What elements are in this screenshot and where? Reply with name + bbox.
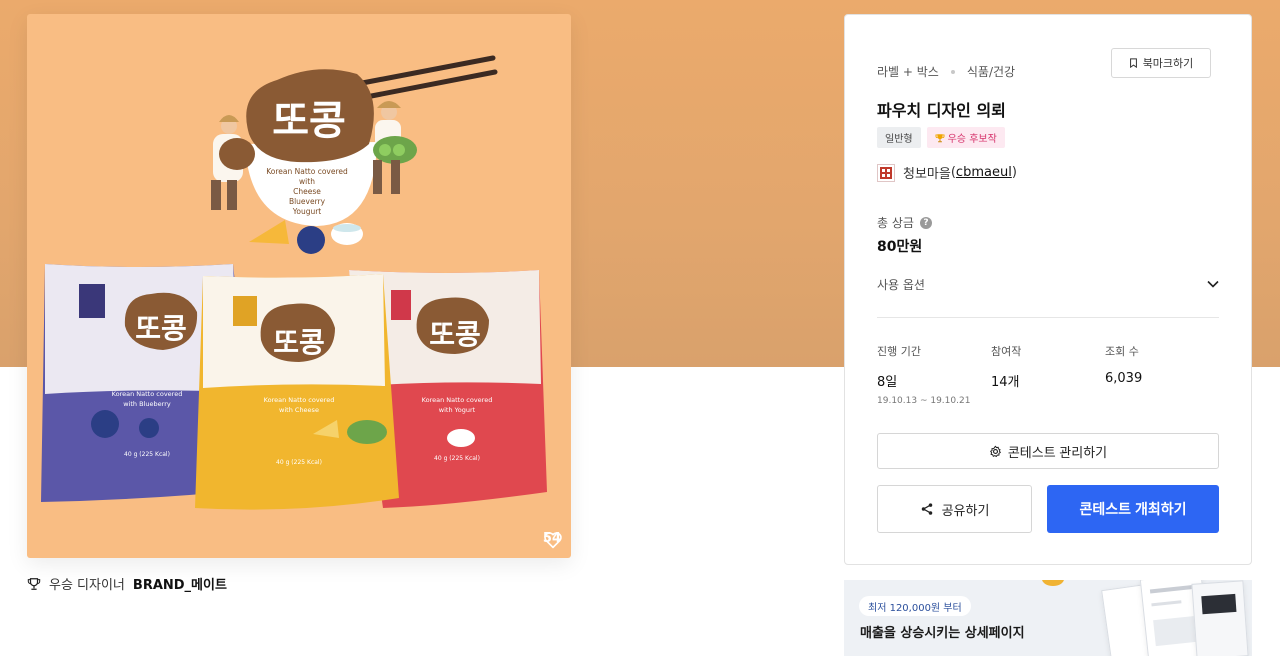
svg-text:with Yogurt: with Yogurt	[439, 406, 476, 414]
category-main[interactable]: 라벨 + 박스	[877, 63, 939, 80]
owner-logo	[877, 163, 895, 182]
svg-text:Korean Natto covered: Korean Natto covered	[264, 396, 335, 404]
design-illustration: 또콩 Korean Natto covered with Cheese Blue…	[41, 55, 547, 510]
svg-text:또콩: 또콩	[135, 312, 187, 345]
svg-text:with Cheese: with Cheese	[279, 406, 319, 414]
contest-stats: 진행 기간 8일 19.10.13 ~ 19.10.21 참여작 14개 조회 …	[877, 343, 1219, 406]
divider	[877, 317, 1219, 318]
ad-title: 매출을 상승시키는 상세페이지	[860, 626, 1025, 641]
host-contest-button[interactable]: 콘테스트 개최하기	[1047, 485, 1219, 533]
trophy-icon	[27, 577, 41, 590]
ad-coin-decoration	[1042, 580, 1064, 586]
options-dropdown[interactable]: 사용 옵션	[877, 270, 1219, 298]
designer-prefix: 우승 디자이너	[49, 578, 125, 593]
svg-text:Blueverry: Blueverry	[289, 197, 326, 206]
pack-cheese: 또콩 Korean Natto covered with Cheese 40 g…	[195, 274, 399, 510]
main-design-image[interactable]: 또콩 Korean Natto covered with Cheese Blue…	[27, 14, 571, 558]
svg-text:Korean Natto covered: Korean Natto covered	[112, 390, 183, 398]
owner-name: 청보마을	[903, 167, 951, 182]
owner-seal-icon	[880, 166, 892, 179]
contest-tags: 일반형 우승 후보작	[877, 127, 1005, 148]
category-breadcrumb: 라벨 + 박스 식품/건강	[877, 63, 1015, 80]
stat-period-range: 19.10.13 ~ 19.10.21	[877, 396, 971, 406]
contest-info-card: 라벨 + 박스 식품/건강 북마크하기 파우치 디자인 의뢰 일반형 우승 후보…	[844, 14, 1252, 565]
stat-views-value: 6,039	[1105, 371, 1143, 386]
svg-text:Korean Natto covered: Korean Natto covered	[422, 396, 493, 404]
help-icon[interactable]: ?	[919, 216, 932, 229]
bookmark-button[interactable]: 북마크하기	[1111, 48, 1211, 78]
prize-label-row: 총 상금 ?	[877, 214, 932, 231]
designer-name[interactable]: BRAND_메이트	[133, 574, 227, 593]
ad-banner[interactable]: 최저 120,000원 부터 매출을 상승시키는 상세페이지	[844, 580, 1252, 656]
manage-contest-button[interactable]: 콘테스트 관리하기	[877, 433, 1219, 469]
manage-contest-label: 콘테스트 관리하기	[1007, 444, 1108, 460]
svg-text:with: with	[299, 177, 315, 186]
contest-owner: 청보마을 (cbmaeul)	[877, 163, 1017, 182]
svg-text:Korean Natto covered: Korean Natto covered	[266, 167, 348, 176]
right-farmer-figure	[373, 101, 417, 194]
like-button[interactable]: 54	[543, 531, 562, 549]
category-separator	[950, 69, 955, 74]
share-button[interactable]: 공유하기	[877, 485, 1032, 533]
trophy-icon	[935, 133, 945, 142]
prize-label: 총 상금	[877, 216, 914, 230]
winner-candidate-label: 우승 후보작	[947, 134, 997, 145]
winner-designer-row: 우승 디자이너 BRAND_메이트	[27, 574, 227, 593]
share-icon	[921, 503, 932, 515]
contest-type-badge: 일반형	[877, 127, 921, 148]
winner-candidate-badge: 우승 후보작	[926, 127, 1005, 148]
contest-title: 파우치 디자인 의뢰	[877, 101, 1006, 120]
heart-icon	[544, 532, 562, 549]
svg-text:Cheese: Cheese	[293, 187, 321, 196]
hero-brand-text: 또콩	[272, 98, 346, 144]
category-sub[interactable]: 식품/건강	[967, 63, 1015, 80]
stat-participants: 참여작 14개	[991, 343, 1105, 406]
ad-price-pill: 최저 120,000원 부터	[859, 596, 971, 616]
stat-views: 조회 수 6,039	[1105, 343, 1219, 406]
stat-participants-label: 참여작	[991, 345, 1022, 358]
svg-text:또콩: 또콩	[429, 318, 481, 351]
owner-handle-link[interactable]: cbmaeul	[956, 165, 1012, 180]
bookmark-icon	[1129, 58, 1137, 68]
bookmark-label: 북마크하기	[1142, 57, 1194, 70]
stat-views-label: 조회 수	[1105, 345, 1139, 358]
svg-text:with Blueberry: with Blueberry	[123, 400, 171, 408]
stat-period-value: 8일	[877, 375, 898, 390]
prize-value: 80만원	[877, 239, 923, 255]
svg-text:40 g (225 Kcal): 40 g (225 Kcal)	[124, 451, 170, 458]
svg-text:또콩: 또콩	[273, 326, 325, 359]
options-label: 사용 옵션	[877, 277, 925, 292]
svg-text:40 g (225 Kcal): 40 g (225 Kcal)	[276, 459, 322, 466]
svg-text:Yougurt: Yougurt	[292, 207, 322, 216]
host-contest-label: 콘테스트 개최하기	[1079, 501, 1187, 517]
stat-participants-value: 14개	[991, 375, 1020, 390]
svg-text:40 g (225 Kcal): 40 g (225 Kcal)	[434, 455, 480, 462]
share-label: 공유하기	[941, 502, 990, 518]
stat-period: 진행 기간 8일 19.10.13 ~ 19.10.21	[877, 343, 991, 406]
stat-period-label: 진행 기간	[877, 345, 921, 358]
gear-icon	[989, 445, 1001, 457]
ad-mockup-page	[1191, 580, 1249, 656]
chevron-down-icon	[1207, 280, 1219, 288]
